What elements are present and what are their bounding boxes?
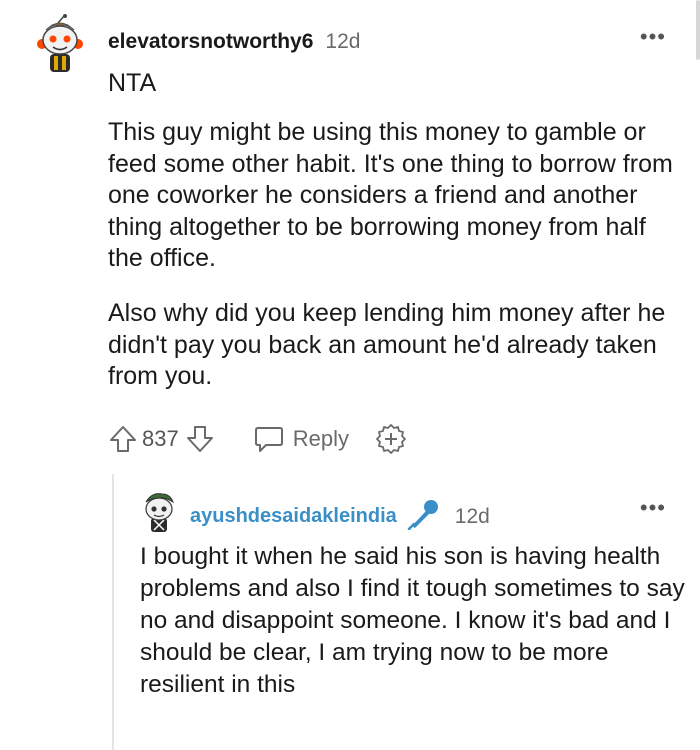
- downvote-icon: [186, 426, 213, 452]
- comment-paragraph: Also why did you keep lending him money …: [108, 299, 666, 390]
- reply-icon: [254, 427, 283, 452]
- reply-header: ayushdesaidakleindia 12d: [190, 498, 490, 535]
- award-button[interactable]: [375, 423, 407, 455]
- more-options-icon[interactable]: •••: [640, 26, 666, 48]
- award-icon: [376, 424, 406, 454]
- more-options-icon[interactable]: •••: [640, 497, 666, 519]
- vote-count: 837: [142, 426, 179, 451]
- timestamp: 12d: [454, 504, 490, 528]
- scrollbar[interactable]: [696, 0, 700, 60]
- comment-actions: 837 Reply: [108, 422, 407, 456]
- reply-button[interactable]: Reply: [253, 424, 349, 454]
- upvote-icon: [110, 426, 136, 452]
- comment-paragraph: This guy might be using this money to ga…: [108, 118, 673, 272]
- comment-title-line: NTA: [108, 69, 157, 97]
- comment-header: elevatorsnotworthy6 12d: [108, 30, 360, 54]
- username[interactable]: elevatorsnotworthy6: [108, 30, 313, 54]
- snoo-avatar-icon: [145, 493, 175, 532]
- username[interactable]: ayushdesaidakleindia: [190, 505, 397, 528]
- microphone-icon: [407, 498, 441, 535]
- avatar[interactable]: [34, 14, 86, 74]
- downvote-button[interactable]: [185, 424, 215, 454]
- upvote-button[interactable]: [108, 424, 138, 454]
- avatar[interactable]: [140, 490, 178, 534]
- snoo-avatar-icon: [37, 14, 83, 72]
- thread-line[interactable]: [112, 474, 114, 750]
- reply-label: Reply: [292, 426, 349, 451]
- reply-text: I bought it when he said his son is havi…: [140, 543, 685, 698]
- timestamp: 12d: [325, 30, 361, 53]
